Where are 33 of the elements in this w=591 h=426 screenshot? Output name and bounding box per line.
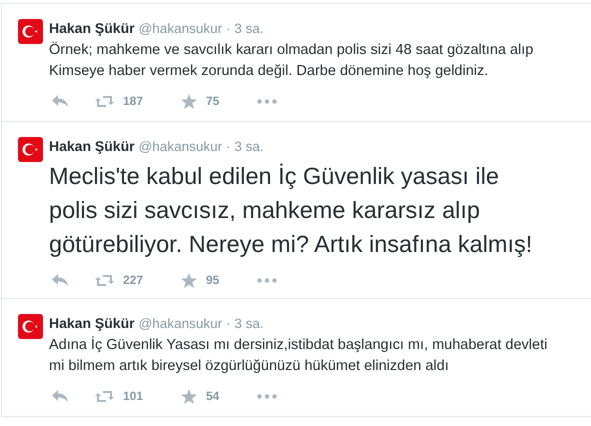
retweet-icon[interactable] [95, 390, 114, 402]
retweet-count: 101 [123, 389, 144, 403]
star-icon[interactable] [181, 272, 197, 288]
star-icon[interactable] [181, 388, 197, 404]
retweet-count: 187 [123, 94, 144, 108]
reply-icon[interactable] [52, 94, 68, 108]
favorite-count: 95 [206, 273, 220, 287]
author-name[interactable]: Hakan Şükür [49, 313, 135, 333]
tweet-time[interactable]: · 3 sa. [226, 314, 264, 334]
avatar-icon[interactable] [18, 314, 43, 339]
tweet-text: Meclis'te kabul edilen İç Güvenlik yasası ile polis sizi savcısız, mahkeme kararsız alıp götürebiliyor. Nereye mi? Artık insafına kalmış! [49, 162, 534, 259]
author-handle[interactable]: @hakansukur [138, 314, 222, 334]
avatar-icon[interactable] [18, 137, 43, 162]
tweet-text: Örnek; mahkeme ve savcılık kararı olmadan polis sizi 48 saat gözaltına alıp Kimseye haber vermek zorunda değil. Darbe dönemine hoş geldiniz. [49, 40, 534, 81]
more-icon[interactable] [257, 98, 277, 104]
star-icon[interactable] [181, 94, 197, 108]
author-name[interactable]: Hakan Şükür [49, 136, 135, 156]
retweet-icon[interactable] [95, 274, 114, 286]
author-name[interactable]: Hakan Şükür [49, 18, 135, 38]
author-handle[interactable]: @hakansukur [138, 137, 222, 157]
tweet-text: Adına İç Güvenlik Yasası mı dersiniz,istibdat başlangıcı mı, muhaberat devleti mi bilmem artık bireysel özgürlüğünüzü hükümet elinizden aldı [49, 335, 548, 376]
reply-icon[interactable] [52, 390, 68, 402]
favorite-count: 54 [206, 389, 220, 403]
tweet-time[interactable]: · 3 sa. [226, 19, 264, 39]
reply-icon[interactable] [52, 274, 68, 286]
retweet-count: 227 [123, 273, 144, 287]
avatar-icon[interactable] [18, 19, 43, 44]
more-icon[interactable] [257, 278, 277, 282]
favorite-count: 75 [206, 94, 220, 108]
tweet-time[interactable]: · 3 sa. [226, 137, 264, 157]
retweet-icon[interactable] [95, 94, 114, 108]
author-handle[interactable]: @hakansukur [138, 19, 222, 39]
more-icon[interactable] [257, 394, 277, 398]
